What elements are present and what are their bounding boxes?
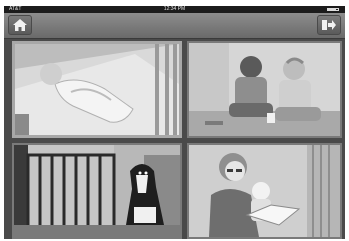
home-button[interactable]: [8, 15, 32, 35]
app-screen: AT&T 12:34 PM: [4, 6, 345, 239]
exit-button[interactable]: [317, 15, 341, 35]
battery-icon: [327, 8, 339, 11]
exit-icon: [322, 20, 336, 30]
status-time: 12:34 PM: [163, 6, 186, 12]
sleeping-baby-feed: [15, 44, 179, 135]
status-bar: AT&T 12:34 PM: [4, 6, 345, 13]
camera-tile-1[interactable]: [12, 41, 182, 138]
camera-tile-3[interactable]: [12, 143, 182, 239]
reading-feed: [189, 145, 340, 237]
camera-tile-2[interactable]: [187, 41, 342, 138]
camera-tile-4[interactable]: [187, 143, 342, 239]
dog-gate-feed: [14, 145, 180, 237]
top-toolbar: [4, 13, 345, 39]
home-icon: [13, 19, 27, 31]
tablet-device: AT&T 12:34 PM: [0, 0, 349, 241]
toddlers-feed: [189, 43, 340, 136]
